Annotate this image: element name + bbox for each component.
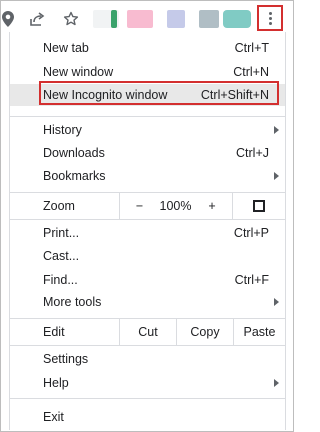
star-icon[interactable] <box>61 9 81 29</box>
edit-row: Edit Cut Copy Paste <box>10 319 285 345</box>
menu-item-bookmarks[interactable]: Bookmarks <box>10 165 285 187</box>
menu-item-new-window[interactable]: New window Ctrl+N <box>10 61 285 83</box>
zoom-row: Zoom − 100% + <box>10 193 285 219</box>
menu-item-find[interactable]: Find... Ctrl+F <box>10 269 285 291</box>
copy-button[interactable]: Copy <box>176 319 233 345</box>
zoom-out-label: − <box>135 199 144 213</box>
zoom-in-button[interactable]: + <box>192 193 232 219</box>
menu-separator <box>10 116 285 117</box>
extension-icon[interactable] <box>199 10 219 28</box>
fullscreen-button[interactable] <box>232 193 285 219</box>
menu-item-label: History <box>43 123 82 137</box>
menu-item-label: Cast... <box>43 249 80 263</box>
menu-item-new-tab[interactable]: New tab Ctrl+T <box>10 37 285 59</box>
menu-item-label: New Incognito window <box>43 88 168 102</box>
menu-item-label: Bookmarks <box>43 169 106 183</box>
menu-item-print[interactable]: Print... Ctrl+P <box>10 222 285 244</box>
menu-separator <box>10 398 285 399</box>
paste-label: Paste <box>243 325 276 339</box>
submenu-arrow-icon <box>274 126 279 134</box>
browser-window: New tab Ctrl+T New window Ctrl+N New Inc… <box>0 0 294 432</box>
zoom-level: 100% <box>159 193 192 219</box>
submenu-arrow-icon <box>274 298 279 306</box>
menu-item-help[interactable]: Help <box>10 372 285 394</box>
zoom-label: Zoom <box>43 199 75 213</box>
extension-icon[interactable] <box>223 10 251 28</box>
copy-label: Copy <box>190 325 220 339</box>
menu-item-shortcut: Ctrl+J <box>236 146 269 160</box>
menu-item-label: Help <box>43 376 69 390</box>
zoom-value: 100% <box>159 199 192 213</box>
paste-button[interactable]: Paste <box>233 319 285 345</box>
menu-item-shortcut: Ctrl+P <box>233 226 269 240</box>
more-vert-icon <box>268 11 272 25</box>
menu-item-label: Exit <box>43 410 64 424</box>
submenu-arrow-icon <box>274 379 279 387</box>
menu-separator <box>10 219 285 220</box>
menu-item-more-tools[interactable]: More tools <box>10 291 285 313</box>
edit-label: Edit <box>43 325 65 339</box>
zoom-in-label: + <box>208 199 216 213</box>
menu-button[interactable] <box>257 5 283 31</box>
menu-item-history[interactable]: History <box>10 119 285 141</box>
menu-item-exit[interactable]: Exit <box>10 406 285 428</box>
menu-item-label: Find... <box>43 273 78 287</box>
menu-item-shortcut: Ctrl+T <box>234 41 269 55</box>
menu-item-downloads[interactable]: Downloads Ctrl+J <box>10 142 285 164</box>
menu-item-label: New window <box>43 65 114 79</box>
menu-item-settings[interactable]: Settings <box>10 348 285 370</box>
extension-icon[interactable] <box>127 10 153 28</box>
chrome-menu: New tab Ctrl+T New window Ctrl+N New Inc… <box>9 32 286 430</box>
extension-icon[interactable] <box>167 10 185 28</box>
menu-item-shortcut: Ctrl+F <box>234 273 269 287</box>
menu-item-cast[interactable]: Cast... <box>10 245 285 267</box>
menu-item-shortcut: Ctrl+Shift+N <box>200 88 269 102</box>
menu-item-new-incognito-window[interactable]: New Incognito window Ctrl+Shift+N <box>10 84 285 106</box>
cut-button[interactable]: Cut <box>119 319 176 345</box>
share-icon[interactable] <box>27 9 47 29</box>
zoom-out-button[interactable]: − <box>119 193 159 219</box>
menu-separator <box>10 345 285 346</box>
menu-item-label: Print... <box>43 226 80 240</box>
location-icon[interactable] <box>0 9 18 29</box>
menu-item-label: More tools <box>43 295 102 309</box>
fullscreen-icon <box>253 200 265 212</box>
extension-icon[interactable] <box>111 10 117 28</box>
menu-item-label: Settings <box>43 352 89 366</box>
submenu-arrow-icon <box>274 172 279 180</box>
menu-item-label: New tab <box>43 41 89 55</box>
cut-label: Cut <box>138 325 158 339</box>
menu-item-shortcut: Ctrl+N <box>233 65 269 79</box>
menu-item-label: Downloads <box>43 146 105 160</box>
